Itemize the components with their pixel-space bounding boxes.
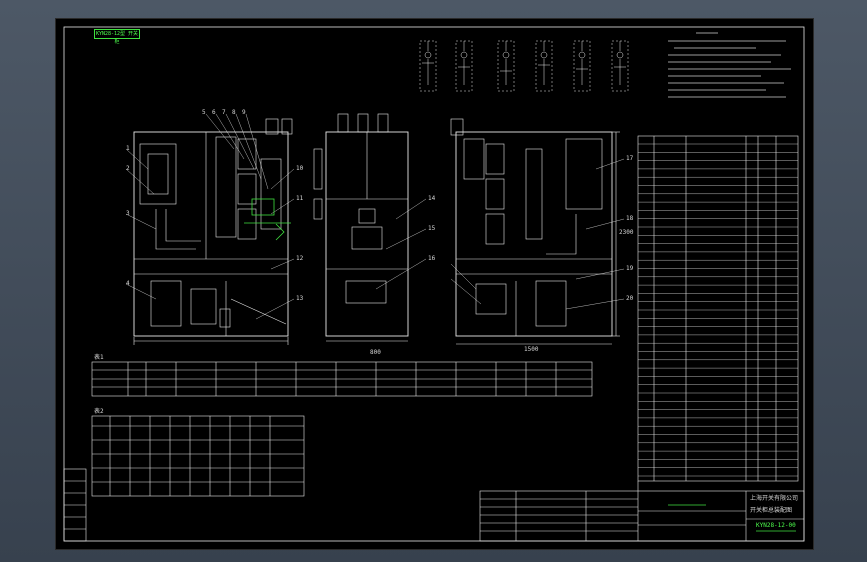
title-drawing-no: KYN28-12-00 <box>756 522 796 529</box>
single-line-diagrams <box>419 40 629 92</box>
part-callout: 2 <box>126 165 130 172</box>
technical-notes <box>668 32 791 98</box>
height-dimension: 2300 <box>619 229 634 236</box>
part-callout: 13 <box>296 295 304 302</box>
part-callout: 16 <box>428 255 436 262</box>
part-callout: 8 <box>232 109 236 116</box>
part-callout: 12 <box>296 255 304 262</box>
part-callout: 6 <box>212 109 216 116</box>
parts-list <box>637 135 799 482</box>
part-callout: 4 <box>126 280 130 287</box>
frame-tag: KYN28-12型 开关柜 <box>94 29 140 45</box>
part-callout: 7 <box>222 109 226 116</box>
part-callout: 17 <box>626 155 634 162</box>
title-drawing-name: 开关柜总装配图 <box>750 507 793 514</box>
front-view <box>313 113 409 342</box>
part-callout: 19 <box>626 265 634 272</box>
parts-list-rows <box>638 143 798 477</box>
part-callout: 20 <box>626 295 634 302</box>
drawing-border <box>63 26 805 542</box>
table-2-title: 表2 <box>94 408 104 415</box>
cad-viewer: KYN28-12型 开关柜 800 1500 2300 表1 表2 上海开关有限… <box>0 0 867 562</box>
part-callout: 11 <box>296 195 304 202</box>
part-callout: 10 <box>296 165 304 172</box>
part-callout: 18 <box>626 215 634 222</box>
table-2 <box>91 415 305 497</box>
part-callout: 14 <box>428 195 436 202</box>
table-1-title: 表1 <box>94 354 104 361</box>
part-callout: 1 <box>126 145 130 152</box>
part-callout: 3 <box>126 210 130 217</box>
table-1 <box>91 361 593 397</box>
part-callout: 9 <box>242 109 246 116</box>
part-callout: 5 <box>202 109 206 116</box>
rear-section-view <box>450 118 620 345</box>
drawing-sheet: KYN28-12型 开关柜 800 1500 2300 表1 表2 上海开关有限… <box>55 18 814 550</box>
width-dimension: 800 <box>370 349 381 356</box>
part-callout: 15 <box>428 225 436 232</box>
title-company: 上海开关有限公司 <box>750 495 799 502</box>
depth-dimension: 1500 <box>524 346 539 353</box>
left-strip <box>63 468 87 542</box>
side-section-view <box>133 118 293 345</box>
cad-drawing <box>63 26 805 542</box>
